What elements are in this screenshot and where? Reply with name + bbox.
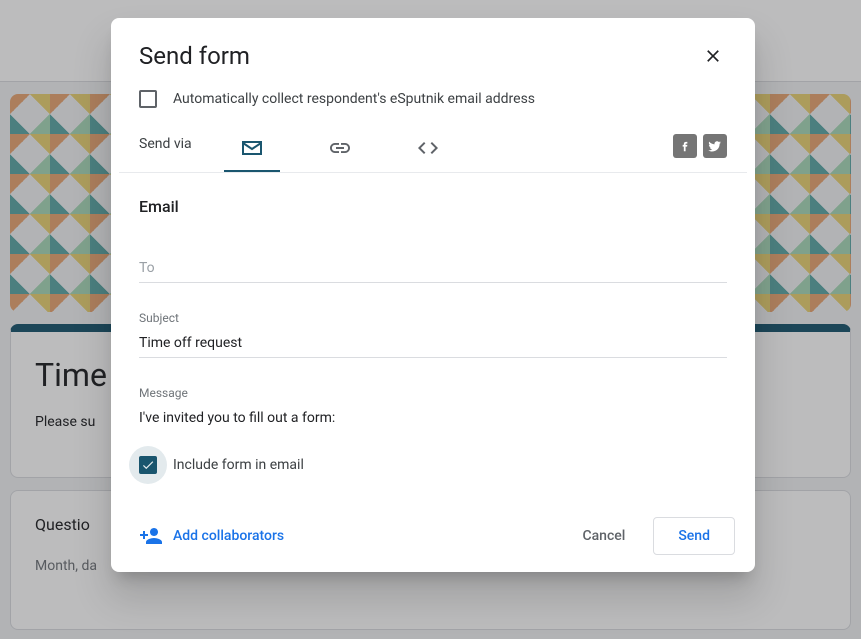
- modal-title: Send form: [139, 42, 250, 70]
- twitter-icon: [708, 139, 722, 153]
- close-icon: [703, 46, 723, 66]
- to-field[interactable]: [139, 256, 727, 283]
- person-add-icon: [139, 524, 163, 548]
- collect-email-label: Automatically collect respondent's eSput…: [173, 91, 535, 107]
- tab-link[interactable]: [312, 128, 368, 172]
- send-button[interactable]: Send: [653, 517, 735, 555]
- message-label: Message: [139, 386, 727, 400]
- email-icon: [240, 136, 264, 160]
- subject-label: Subject: [139, 311, 727, 325]
- add-collaborators-label: Add collaborators: [173, 528, 284, 544]
- send-via-label: Send via: [139, 136, 192, 164]
- send-form-modal: Send form Automatically collect responde…: [111, 18, 755, 572]
- embed-icon: [416, 136, 440, 160]
- link-icon: [328, 136, 352, 160]
- check-icon: [141, 458, 155, 472]
- tab-email[interactable]: [224, 128, 280, 172]
- message-field[interactable]: [139, 406, 727, 432]
- close-button[interactable]: [699, 42, 727, 74]
- add-collaborators-button[interactable]: Add collaborators: [131, 516, 292, 556]
- include-form-checkbox[interactable]: [139, 456, 157, 474]
- tab-embed[interactable]: [400, 128, 456, 172]
- email-heading: Email: [139, 197, 727, 216]
- collect-email-checkbox[interactable]: [139, 90, 157, 108]
- share-facebook-button[interactable]: [673, 134, 697, 158]
- include-form-label: Include form in email: [173, 457, 304, 473]
- cancel-button[interactable]: Cancel: [570, 520, 637, 552]
- facebook-icon: [678, 139, 692, 153]
- subject-field[interactable]: [139, 331, 727, 358]
- share-twitter-button[interactable]: [703, 134, 727, 158]
